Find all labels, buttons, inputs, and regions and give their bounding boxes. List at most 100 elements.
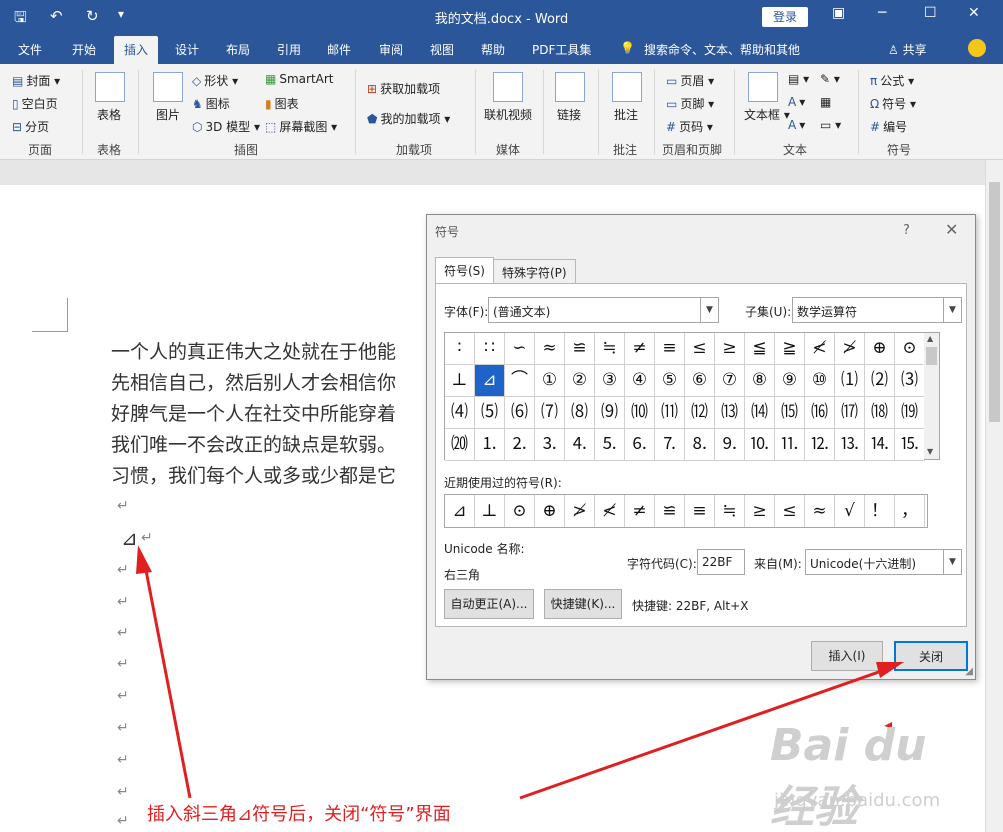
tab-symbols[interactable]: 符号(S) (435, 257, 494, 284)
my-addins-button[interactable]: ⬟ 我的加载项 ▾ (367, 110, 450, 127)
symbol-cell[interactable]: ≯ (835, 333, 865, 365)
symbol-cell[interactable]: ⑼ (595, 397, 625, 429)
header-button[interactable]: ▭ 页眉 ▾ (666, 72, 714, 89)
symbol-grid-scrollbar[interactable]: ▲ ▼ (924, 332, 940, 460)
symbol-cell[interactable]: ⑴ (835, 365, 865, 397)
symbol-cell[interactable]: ⑽ (625, 397, 655, 429)
symbol-cell[interactable]: ⑤ (655, 365, 685, 397)
symbol-cell[interactable]: ⑸ (475, 397, 505, 429)
symbol-cell[interactable]: ② (565, 365, 595, 397)
tab-layout[interactable]: 布局 (226, 41, 250, 58)
recent-symbol-cell[interactable]: √ (835, 495, 865, 527)
symbol-cell[interactable]: ③ (595, 365, 625, 397)
char-code-input[interactable]: 22BF (697, 549, 745, 575)
symbol-cell[interactable]: ⊿ (475, 365, 505, 397)
feedback-smiley-icon[interactable] (968, 39, 986, 57)
blank-page-button[interactable]: ▯ 空白页 (12, 95, 58, 112)
subset-select[interactable]: 数学运算符 ▼ (792, 297, 962, 323)
symbol-cell[interactable]: ⒏ (685, 429, 715, 461)
symbol-cell[interactable]: ⑾ (655, 397, 685, 429)
drop-cap-icon[interactable]: A ▾ (788, 118, 805, 132)
symbol-cell[interactable]: ⊕ (865, 333, 895, 365)
symbol-cell[interactable]: ⒃ (805, 397, 835, 429)
dialog-help-icon[interactable]: ? (903, 223, 910, 238)
symbol-cell[interactable]: ∶ (445, 333, 475, 365)
close-window-icon[interactable]: ✕ (968, 5, 980, 21)
recent-symbol-cell[interactable]: ≠ (625, 495, 655, 527)
screenshot-button[interactable]: ⬚ 屏幕截图 ▾ (265, 118, 337, 135)
close-button[interactable]: 关闭 (894, 641, 968, 671)
symbol-cell[interactable]: ⒍ (625, 429, 655, 461)
recent-symbol-cell[interactable]: ≡ (685, 495, 715, 527)
cover-page-button[interactable]: ▤ 封面 ▾ (12, 72, 60, 89)
inserted-triangle-symbol[interactable]: ⊿ (121, 526, 138, 550)
symbol-cell[interactable]: ⒒ (775, 429, 805, 461)
symbol-cell[interactable]: ≦ (745, 333, 775, 365)
symbol-cell[interactable]: ≧ (775, 333, 805, 365)
object-icon[interactable]: ▭ ▾ (820, 118, 841, 132)
symbol-cell[interactable]: ⒁ (745, 397, 775, 429)
recent-symbol-cell[interactable]: ⊥ (475, 495, 505, 527)
symbol-cell[interactable]: ⑨ (775, 365, 805, 397)
recent-symbol-cell[interactable]: ⊿ (445, 495, 475, 527)
symbol-cell[interactable]: ∷ (475, 333, 505, 365)
symbol-cell[interactable]: ⒉ (505, 429, 535, 461)
online-video-button[interactable]: 联机视频 (484, 106, 532, 123)
symbol-cell[interactable]: ⑺ (535, 397, 565, 429)
autocorrect-button[interactable]: 自动更正(A)... (444, 589, 534, 619)
tell-me-search[interactable]: 搜索命令、文本、帮助和其他 (644, 41, 800, 58)
symbol-cell[interactable]: ≤ (685, 333, 715, 365)
recent-symbol-cell[interactable]: ， (895, 495, 925, 527)
recent-symbol-cell[interactable]: ≒ (715, 495, 745, 527)
symbol-cell[interactable]: ≮ (805, 333, 835, 365)
symbol-cell[interactable]: ⑹ (505, 397, 535, 429)
quick-parts-icon[interactable]: ▤ ▾ (788, 72, 809, 86)
symbol-cell[interactable]: ⌒ (505, 365, 535, 397)
tab-home[interactable]: 开始 (72, 41, 96, 58)
get-addins-button[interactable]: ⊞ 获取加载项 (367, 80, 440, 97)
document-line[interactable]: 好脾气是一个人在社交中所能穿着 (111, 399, 396, 426)
from-select[interactable]: Unicode(十六进制) ▼ (805, 549, 962, 575)
scroll-up-icon[interactable]: ▲ (927, 334, 933, 343)
dialog-close-icon[interactable]: ✕ (945, 220, 958, 239)
symbol-cell[interactable]: ⊙ (895, 333, 925, 365)
symbol-cell[interactable]: ⒕ (865, 429, 895, 461)
symbol-cell[interactable]: ⒄ (835, 397, 865, 429)
symbol-cell[interactable]: ⑥ (685, 365, 715, 397)
symbol-cell[interactable]: ∽ (505, 333, 535, 365)
number-button[interactable]: # 编号 (870, 118, 907, 135)
recent-symbol-cell[interactable]: ⊙ (505, 495, 535, 527)
symbol-cell[interactable]: ≌ (565, 333, 595, 365)
tab-view[interactable]: 视图 (430, 41, 454, 58)
symbol-cell[interactable]: ⒆ (895, 397, 925, 429)
symbol-cell[interactable]: ≒ (595, 333, 625, 365)
page-number-button[interactable]: # 页码 ▾ (666, 118, 713, 135)
symbol-cell[interactable]: ⒐ (715, 429, 745, 461)
shapes-button[interactable]: ◇ 形状 ▾ (192, 72, 238, 89)
symbol-cell[interactable]: ⑿ (685, 397, 715, 429)
chart-button[interactable]: ▮ 图表 (265, 95, 299, 112)
recent-symbol-cell[interactable]: ≈ (805, 495, 835, 527)
recent-symbol-cell[interactable]: ≌ (655, 495, 685, 527)
symbol-cell[interactable]: ≡ (655, 333, 685, 365)
symbol-cell[interactable]: ⑷ (445, 397, 475, 429)
recent-symbol-cell[interactable]: ≮ (595, 495, 625, 527)
symbol-cell[interactable]: ⒎ (655, 429, 685, 461)
font-select[interactable]: (普通文本) ▼ (488, 297, 719, 323)
document-line[interactable]: 先相信自己，然后别人才会相信你 (111, 368, 396, 395)
symbol-cell[interactable]: ⒋ (565, 429, 595, 461)
footer-button[interactable]: ▭ 页脚 ▾ (666, 95, 714, 112)
scrollbar-thumb[interactable] (926, 347, 937, 365)
symbol-cell[interactable]: ⒖ (895, 429, 925, 461)
tab-mailings[interactable]: 邮件 (327, 41, 351, 58)
symbol-cell[interactable]: ⊥ (445, 365, 475, 397)
tab-special-characters[interactable]: 特殊字符(P) (493, 259, 576, 283)
symbol-cell[interactable]: ⑧ (745, 365, 775, 397)
scroll-down-icon[interactable]: ▼ (927, 447, 933, 456)
document-line[interactable]: 习惯，我们每个人或多或少都是它 (111, 461, 396, 488)
symbol-cell[interactable]: ≈ (535, 333, 565, 365)
symbol-cell[interactable]: ⑦ (715, 365, 745, 397)
icons-button[interactable]: ♞ 图标 (192, 95, 230, 112)
recent-symbol-cell[interactable]: ⊕ (535, 495, 565, 527)
symbol-cell[interactable]: ≥ (715, 333, 745, 365)
